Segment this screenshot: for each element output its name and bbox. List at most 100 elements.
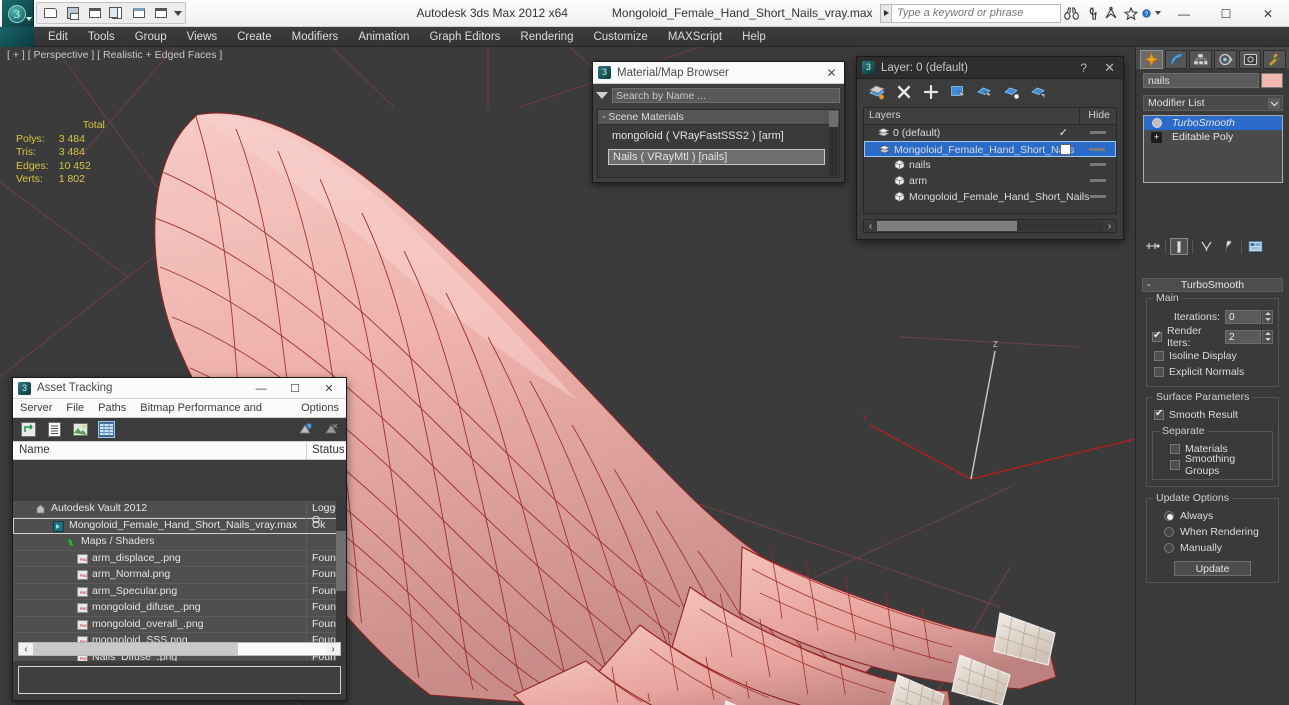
asset-menu-options[interactable]: Options xyxy=(294,399,346,418)
search-input[interactable] xyxy=(892,4,1060,22)
menu-item-tools[interactable]: Tools xyxy=(78,27,125,47)
asset-menu-paths[interactable]: Paths xyxy=(91,399,133,418)
render-iters-input[interactable]: 2 xyxy=(1225,329,1261,344)
select-objects-icon[interactable] xyxy=(950,84,966,100)
layer-hide-dash-icon[interactable] xyxy=(1090,195,1106,198)
scrollbar-thumb[interactable] xyxy=(877,221,1018,231)
scrollbar-thumb[interactable] xyxy=(829,111,838,127)
explicit-normals-row[interactable]: Explicit Normals xyxy=(1152,364,1273,380)
customize-qat-chevron-icon[interactable] xyxy=(174,10,182,16)
asset-tracking-window[interactable]: 3 Asset Tracking — ☐ ✕ Server File Paths… xyxy=(12,377,347,701)
asset-close-button[interactable]: ✕ xyxy=(312,378,346,399)
update-option-manually[interactable]: Manually xyxy=(1152,540,1273,556)
subscription-icon[interactable] xyxy=(1101,3,1121,23)
menu-item-create[interactable]: Create xyxy=(227,27,282,47)
scroll-left-arrow-icon[interactable]: ‹ xyxy=(19,644,33,655)
material-browser-close-button[interactable]: ✕ xyxy=(823,65,840,81)
asset-maximize-button[interactable]: ☐ xyxy=(278,378,312,399)
material-item-mongoloid[interactable]: mongoloid ( VRayFastSSS2 ) [arm] xyxy=(608,129,825,145)
new-scene-button[interactable] xyxy=(84,4,105,23)
smooth-result-checkbox[interactable] xyxy=(1154,408,1164,420)
help-question-icon[interactable]: ? xyxy=(1141,3,1161,23)
layer-help-button[interactable]: ? xyxy=(1080,61,1087,75)
check-in-icon[interactable]: ? xyxy=(298,422,313,437)
create-tab[interactable] xyxy=(1140,49,1163,69)
isoline-display-checkbox[interactable] xyxy=(1154,351,1164,361)
isoline-display-row[interactable]: Isoline Display xyxy=(1152,348,1273,364)
menu-item-help[interactable]: Help xyxy=(732,27,776,47)
layer-hide-dash-icon[interactable] xyxy=(1090,179,1106,182)
chevron-down-icon[interactable] xyxy=(1268,98,1280,109)
scene-materials-group-header[interactable]: - Scene Materials xyxy=(598,110,839,125)
radio-always[interactable] xyxy=(1164,511,1174,521)
separate-smoothing-checkbox[interactable] xyxy=(1170,460,1180,470)
search-box[interactable] xyxy=(891,3,1061,23)
layer-hide-dash-icon[interactable] xyxy=(1089,148,1105,151)
help-chevron-icon[interactable] xyxy=(1155,11,1161,15)
asset-minimize-button[interactable]: — xyxy=(244,378,278,399)
open-file-button[interactable] xyxy=(40,4,61,23)
motion-tab[interactable] xyxy=(1214,49,1237,69)
grid-view-icon[interactable] xyxy=(98,421,115,438)
menu-item-maxscript[interactable]: MAXScript xyxy=(658,27,732,47)
scroll-left-arrow-icon[interactable]: ‹ xyxy=(864,221,877,232)
menu-item-rendering[interactable]: Rendering xyxy=(510,27,583,47)
layer-active-checkmark-icon[interactable]: ✓ xyxy=(1059,125,1068,141)
scrollbar-track[interactable] xyxy=(33,643,326,655)
browser-options-triangle-icon[interactable] xyxy=(596,91,608,99)
close-button[interactable]: ✕ xyxy=(1247,0,1289,27)
app-logo-button[interactable]: 3 xyxy=(2,0,34,27)
lightbulb-icon[interactable] xyxy=(1152,118,1162,128)
save-file-button[interactable] xyxy=(62,4,83,23)
modifier-stack[interactable]: TurboSmooth + Editable Poly xyxy=(1143,115,1283,183)
table-row[interactable]: arm_Specular.png Found xyxy=(13,583,346,600)
iterations-input[interactable]: 0 xyxy=(1225,309,1261,324)
add-layer-icon[interactable] xyxy=(923,84,939,100)
reference-copy-button[interactable] xyxy=(106,4,127,23)
menu-item-edit[interactable]: Edit xyxy=(38,27,78,47)
separate-materials-checkbox[interactable] xyxy=(1170,444,1180,454)
pin-stack-icon[interactable] xyxy=(1143,238,1161,255)
smooth-result-row[interactable]: Smooth Result xyxy=(1152,407,1273,423)
modifier-list-dropdown[interactable]: Modifier List xyxy=(1143,95,1283,111)
layer-close-button[interactable]: ✕ xyxy=(1104,60,1115,76)
scrollbar-thumb[interactable] xyxy=(33,643,239,655)
iterations-spinner[interactable] xyxy=(1262,309,1273,324)
layer-hide-dash-icon[interactable] xyxy=(1090,131,1106,134)
material-browser-title-bar[interactable]: 3 Material/Map Browser ✕ xyxy=(593,62,844,84)
highlight-selected-icon[interactable] xyxy=(977,84,993,100)
layer-horizontal-scrollbar[interactable]: ‹ › xyxy=(863,219,1117,233)
layer-list[interactable]: Layers Hide 0 (default) ✓ Mongoloid_Fema… xyxy=(863,107,1117,214)
separate-smoothing-row[interactable]: Smoothing Groups xyxy=(1158,453,1267,477)
make-unique-icon[interactable] xyxy=(1197,238,1215,255)
table-row[interactable]: mongoloid_overall_.png Found xyxy=(13,616,346,633)
hierarchy-tab[interactable] xyxy=(1189,49,1213,69)
menu-item-animation[interactable]: Animation xyxy=(348,27,419,47)
layer-row-default[interactable]: 0 (default) ✓ xyxy=(864,125,1116,141)
table-row[interactable]: arm_displace_.png Found xyxy=(13,550,346,567)
minimize-button[interactable]: — xyxy=(1163,0,1205,27)
refresh-icon[interactable] xyxy=(21,422,36,437)
menu-item-graph-editors[interactable]: Graph Editors xyxy=(419,27,510,47)
select-highlighted-icon[interactable] xyxy=(1031,84,1047,100)
material-search-input[interactable]: Search by Name ... xyxy=(612,87,840,103)
render-iters-spinner[interactable] xyxy=(1262,329,1273,344)
material-item-nails[interactable]: Nails ( VRayMtl ) [nails] xyxy=(608,149,825,165)
scrollbar-track[interactable] xyxy=(877,221,1103,231)
table-row[interactable]: Mongoloid_Female_Hand_Short_Nails_vray.m… xyxy=(13,517,346,534)
table-row[interactable]: Autodesk Vault 2012 Logged O xyxy=(13,501,346,526)
explicit-normals-checkbox[interactable] xyxy=(1154,367,1164,377)
favorites-star-icon[interactable] xyxy=(1121,3,1141,23)
scroll-right-arrow-icon[interactable]: › xyxy=(1103,221,1116,232)
redo-button[interactable] xyxy=(150,4,171,23)
undo-button[interactable] xyxy=(128,4,149,23)
update-option-when-rendering[interactable]: When Rendering xyxy=(1152,524,1273,540)
scroll-right-arrow-icon[interactable]: › xyxy=(326,644,340,655)
configure-modifier-sets-icon[interactable] xyxy=(1246,238,1264,255)
table-row[interactable]: Maps / Shaders xyxy=(13,534,346,551)
asset-menu-bitmap[interactable]: Bitmap Performance and Memory xyxy=(133,399,294,433)
asset-title-bar[interactable]: 3 Asset Tracking — ☐ ✕ xyxy=(13,378,346,399)
material-browser-scrollbar[interactable] xyxy=(829,111,838,176)
utilities-tab[interactable] xyxy=(1263,49,1287,69)
layer-hide-dash-icon[interactable] xyxy=(1090,163,1106,166)
